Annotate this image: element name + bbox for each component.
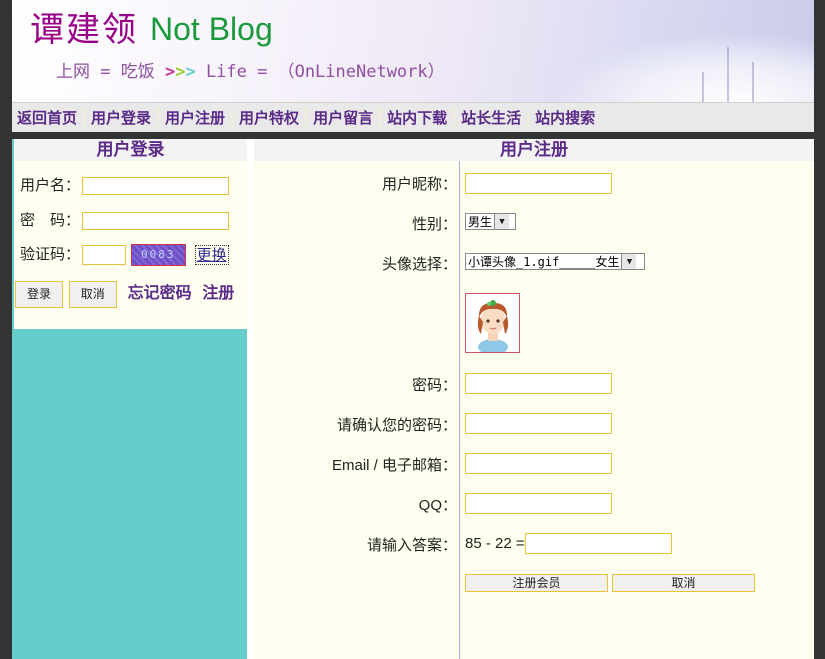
site-subtitle: Not Blog — [150, 11, 273, 47]
page: 谭建领 Not Blog 上网 = 吃饭 >>> Life = （OnLineN… — [12, 0, 814, 659]
password-input[interactable] — [82, 211, 230, 230]
confirm-password-input[interactable] — [465, 413, 612, 434]
site-header: 谭建领 Not Blog 上网 = 吃饭 >>> Life = （OnLineN… — [12, 0, 814, 102]
avatar-select-value: 小谭头像_1.gif_____女生 — [468, 255, 620, 269]
form-divider — [459, 161, 460, 659]
header-tree-decoration — [702, 72, 704, 102]
captcha-row: 验证码： 0083 更换 — [20, 243, 229, 266]
nav-divider — [12, 132, 814, 139]
username-input[interactable] — [82, 176, 230, 195]
header-tree-decoration — [752, 62, 754, 102]
tagline-right: Life = （OnLineNetwork） — [195, 62, 445, 82]
nav-item-guestbook[interactable]: 用户留言 — [307, 109, 382, 127]
register-cancel-button[interactable]: 取消 — [612, 574, 755, 592]
tagline-arrows: >>> — [165, 62, 196, 82]
username-row: 用户名： — [20, 174, 230, 195]
tagline-left: 上网 = 吃饭 — [56, 62, 165, 82]
nav-item-privileges[interactable]: 用户特权 — [233, 109, 308, 127]
left-sidebar: 用户登录 用户名： 密 码： 验证码： 0083 更换 登录 取消 忘记密码 注… — [12, 139, 247, 659]
nickname-label: 用户昵称： — [381, 176, 457, 193]
username-label: 用户名： — [20, 176, 81, 194]
arrow-icon: > — [164, 62, 176, 82]
answer-input[interactable] — [524, 533, 672, 554]
nav-item-register[interactable]: 用户注册 — [159, 109, 234, 127]
chevron-down-icon: ▼ — [494, 214, 510, 229]
header-snow-decoration — [554, 32, 814, 102]
confirm-password-label: 请确认您的密码： — [336, 417, 457, 434]
captcha-question-row: 85 - 22 = — [465, 533, 672, 554]
register-password-input[interactable] — [465, 373, 612, 394]
password-row: 密 码： — [20, 209, 230, 230]
answer-label: 请输入答案： — [366, 537, 457, 554]
gender-select-value: 男生 — [468, 215, 493, 229]
gender-select[interactable]: 男生 ▼ — [465, 213, 516, 230]
email-label: Email / 电子邮箱： — [331, 457, 457, 474]
login-button[interactable]: 登录 — [15, 281, 63, 308]
site-name: 谭建领 — [30, 10, 138, 50]
captcha-label: 验证码： — [20, 245, 81, 263]
gender-label: 性别： — [411, 216, 457, 233]
avatar-preview — [465, 293, 520, 353]
avatar-label: 头像选择： — [381, 256, 457, 273]
captcha-refresh-link[interactable]: 更换 — [194, 245, 229, 265]
email-input[interactable] — [465, 453, 612, 474]
nav-item-life[interactable]: 站长生活 — [455, 109, 530, 127]
login-panel: 用户登录 用户名： 密 码： 验证码： 0083 更换 登录 取消 忘记密码 注… — [14, 139, 247, 329]
nickname-input[interactable] — [465, 173, 612, 194]
forgot-password-link[interactable]: 忘记密码 — [128, 283, 192, 302]
qq-label: QQ： — [418, 497, 457, 514]
main-nav: 返回首页 用户登录 用户注册 用户特权 用户留言 站内下载 站长生活 站内搜索 — [12, 102, 814, 133]
qq-input[interactable] — [465, 493, 612, 514]
nav-item-login[interactable]: 用户登录 — [85, 109, 160, 127]
register-panel: 用户注册 用户昵称： 性别： 男生 ▼ 头像选择： 小谭头像_1.gif____… — [254, 139, 814, 659]
avatar-select[interactable]: 小谭头像_1.gif_____女生 ▼ — [465, 253, 645, 270]
register-submit-button[interactable]: 注册会员 — [465, 574, 608, 592]
nav-item-downloads[interactable]: 站内下载 — [381, 109, 456, 127]
login-cancel-button[interactable]: 取消 — [68, 281, 117, 308]
arrow-icon: > — [185, 62, 196, 82]
chevron-down-icon: ▼ — [621, 254, 637, 269]
password-label: 密码： — [411, 377, 457, 394]
girl-avatar-icon — [477, 300, 509, 352]
login-actions: 登录 取消 忘记密码 注册 — [15, 279, 234, 308]
arrow-icon: > — [175, 62, 186, 82]
register-title: 用户注册 — [254, 139, 814, 161]
register-link[interactable]: 注册 — [202, 283, 234, 302]
password-label: 密 码： — [20, 211, 81, 229]
site-tagline: 上网 = 吃饭 >>> Life = （OnLineNetwork） — [56, 57, 445, 82]
login-title: 用户登录 — [14, 139, 247, 161]
captcha-input[interactable] — [82, 244, 127, 265]
captcha-image: 0083 — [130, 243, 186, 266]
nav-item-search[interactable]: 站内搜索 — [529, 109, 601, 127]
captcha-question: 85 - 22 = — [465, 535, 525, 552]
nav-item-home[interactable]: 返回首页 — [12, 109, 86, 127]
header-tree-decoration — [727, 47, 729, 102]
